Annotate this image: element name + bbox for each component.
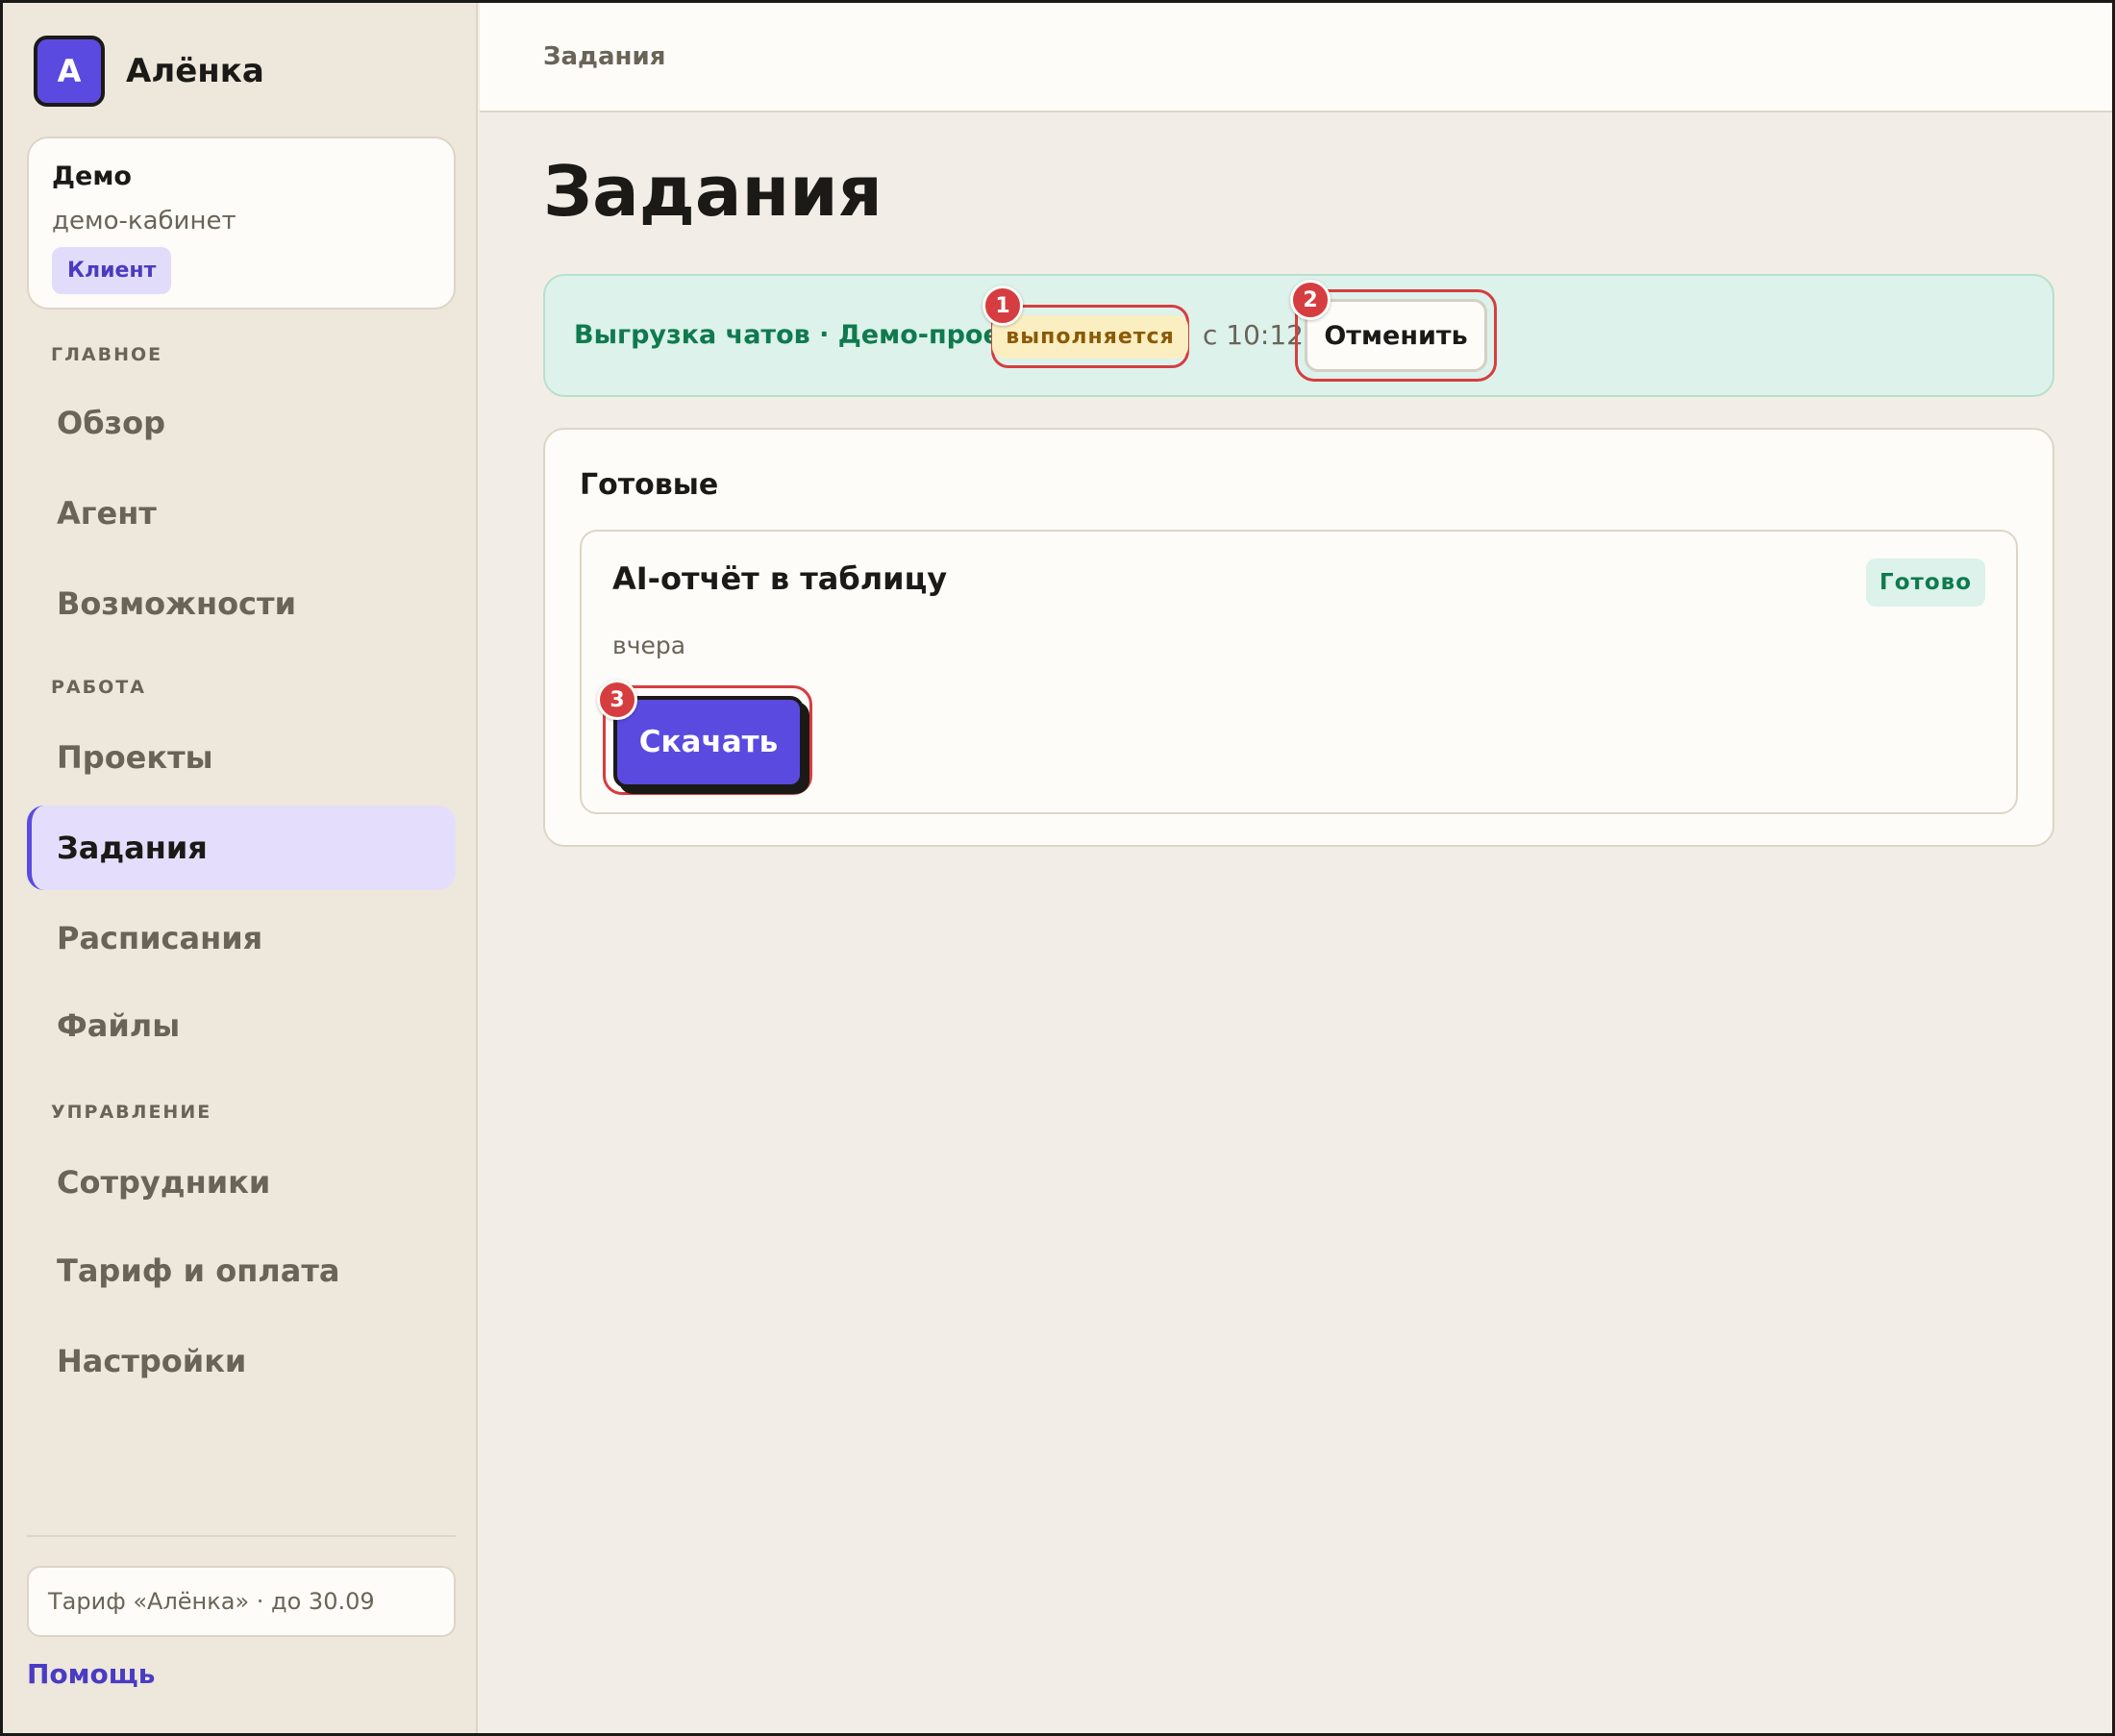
sidebar-item-files[interactable]: Файлы xyxy=(27,983,456,1068)
sidebar-item-overview[interactable]: Обзор xyxy=(27,381,456,465)
brand-name: Алёнка xyxy=(126,52,264,90)
sidebar-item-schedules[interactable]: Расписания xyxy=(27,896,456,980)
marker-badge: 3 xyxy=(597,680,637,720)
sidebar-item-billing[interactable]: Тариф и оплата xyxy=(27,1228,456,1313)
task-title: AI-отчёт в таблицу xyxy=(612,560,948,597)
section-label-work: РАБОТА xyxy=(51,677,146,698)
sidebar-divider xyxy=(27,1535,456,1537)
sidebar-item-settings[interactable]: Настройки xyxy=(27,1319,456,1403)
sidebar-item-projects[interactable]: Проекты xyxy=(27,715,456,800)
sidebar-item-employees[interactable]: Сотрудники xyxy=(27,1140,456,1225)
running-task-time: с 10:12 xyxy=(1203,319,1304,351)
status-badge: выполняется xyxy=(992,314,1188,359)
section-label-main: ГЛАВНОЕ xyxy=(51,344,163,365)
account-card[interactable]: Демо демо-кабинет Клиент xyxy=(27,136,456,310)
help-link[interactable]: Помощь xyxy=(27,1658,155,1690)
breadcrumb: Задания xyxy=(543,42,666,71)
download-button[interactable]: Скачать xyxy=(613,696,804,788)
done-tasks-panel: Готовые AI-отчёт в таблицу Готово вчера … xyxy=(543,428,2054,847)
cancel-button[interactable]: Отменить xyxy=(1305,299,1487,372)
section-label-management: УПРАВЛЕНИЕ xyxy=(51,1102,212,1123)
running-task-title: Выгрузка чатов · Демо-проект xyxy=(574,320,1033,350)
sidebar-item-tasks[interactable]: Задания xyxy=(27,806,456,890)
task-status-badge: Готово xyxy=(1866,558,1985,607)
plan-info[interactable]: Тариф «Алёнка» · до 30.09 xyxy=(27,1566,456,1637)
done-section-heading: Готовые xyxy=(580,468,719,502)
sidebar-item-capabilities[interactable]: Возможности xyxy=(27,561,456,646)
role-badge: Клиент xyxy=(52,247,172,294)
brand-logo: A xyxy=(34,36,105,107)
sidebar: A Алёнка Демо демо-кабинет Клиент ГЛАВНО… xyxy=(3,3,478,1733)
sidebar-item-agent[interactable]: Агент xyxy=(27,471,456,556)
topbar: Задания xyxy=(480,3,2112,112)
running-task-banner: Выгрузка чатов · Демо-проект выполняется… xyxy=(543,274,2054,397)
account-subtitle: демо-кабинет xyxy=(52,207,236,236)
task-card: AI-отчёт в таблицу Готово вчера Скачать … xyxy=(580,530,2018,814)
task-time: вчера xyxy=(612,632,686,659)
marker-badge: 2 xyxy=(1290,280,1331,320)
marker-badge: 1 xyxy=(983,285,1023,326)
page-title: Задания xyxy=(543,151,883,232)
account-name: Демо xyxy=(52,161,132,191)
brand[interactable]: A Алёнка xyxy=(34,36,264,107)
